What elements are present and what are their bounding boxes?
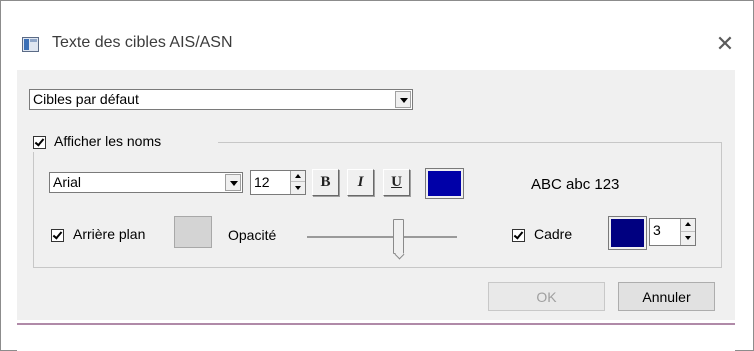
cancel-button[interactable]: Annuler (618, 282, 715, 311)
target-set-select[interactable]: Cibles par défaut (29, 89, 413, 110)
frame-checkbox[interactable] (512, 229, 525, 242)
italic-button[interactable]: I (347, 169, 374, 196)
chevron-down-icon (395, 91, 411, 108)
show-names-checkbox[interactable] (33, 136, 46, 149)
opacity-slider-thumb[interactable] (393, 219, 404, 254)
divider (17, 323, 735, 325)
opacity-label: Opacité (228, 227, 277, 243)
spinner-up-icon[interactable] (681, 219, 695, 232)
spinner-down-icon[interactable] (291, 182, 305, 193)
bold-button[interactable]: B (312, 169, 339, 196)
target-set-value: Cibles par défaut (33, 91, 139, 107)
frame-color-swatch (611, 219, 644, 247)
title-bar: Texte des cibles AIS/ASN ✕ (1, 1, 753, 64)
font-size-spinner[interactable]: 12 (250, 170, 306, 195)
preview-text: ABC abc 123 (531, 176, 620, 193)
checkmark-icon (513, 229, 524, 240)
spinner-buttons (680, 219, 695, 245)
ok-label: OK (536, 288, 557, 305)
underline-button[interactable]: U (383, 169, 410, 196)
font-family-select[interactable]: Arial (49, 172, 243, 193)
bold-label: B (320, 174, 331, 190)
ok-button[interactable]: OK (488, 282, 605, 311)
show-names-label: Afficher les noms (54, 133, 162, 149)
font-family-value: Arial (53, 174, 82, 190)
font-color-swatch (428, 171, 461, 196)
background-label: Arrière plan (73, 226, 146, 242)
italic-label: I (357, 174, 364, 190)
frame-width-spinner[interactable]: 3 (649, 218, 696, 246)
frame-label: Cadre (534, 226, 573, 242)
spinner-down-icon[interactable] (681, 232, 695, 243)
font-size-value: 12 (254, 174, 270, 190)
groupbox-legend: Afficher les noms (28, 132, 218, 152)
font-color-button[interactable] (425, 168, 464, 199)
background-color-button[interactable] (174, 216, 212, 248)
window-title: Texte des cibles AIS/ASN (52, 34, 233, 51)
app-window-icon (22, 37, 39, 52)
checkmark-icon (52, 229, 63, 240)
spinner-up-icon[interactable] (291, 171, 305, 182)
background-color-swatch (177, 219, 209, 245)
cancel-label: Annuler (642, 288, 691, 305)
frame-color-button[interactable] (608, 216, 647, 250)
underline-label: U (391, 174, 402, 190)
close-icon: ✕ (715, 31, 735, 56)
frame-width-value: 3 (653, 222, 661, 238)
opacity-slider-track[interactable] (307, 236, 457, 238)
chevron-down-icon (225, 174, 241, 191)
checkmark-icon (34, 136, 45, 147)
spinner-buttons (290, 171, 305, 194)
background-checkbox[interactable] (51, 229, 64, 242)
close-button[interactable]: ✕ (709, 29, 741, 59)
background-window-strip (17, 320, 735, 351)
